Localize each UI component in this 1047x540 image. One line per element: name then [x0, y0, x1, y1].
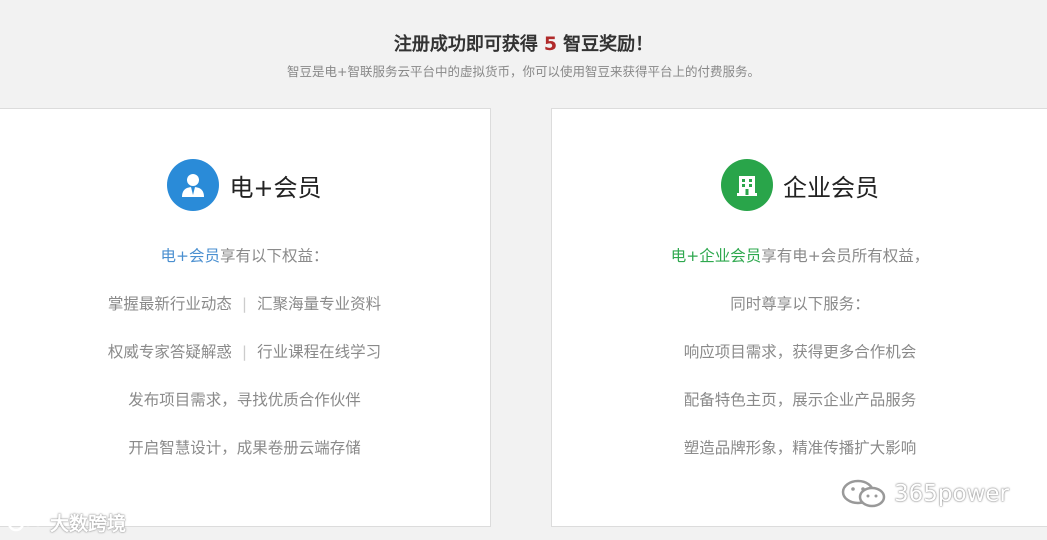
- member-card[interactable]: 电+会员 电+会员享有以下权益： 掌握最新行业动态 | 汇聚海量专业资料 权威专家答…: [0, 108, 491, 527]
- list-item: 掌握最新行业动态 | 汇聚海量专业资料: [0, 290, 490, 338]
- building-icon: [721, 159, 773, 211]
- card-header: 电+会员: [0, 159, 490, 211]
- benefit-intro: 电+企业会员享有电+会员所有权益，: [552, 242, 1047, 290]
- list-item: 配备特色主页，展示企业产品服务: [683, 391, 917, 409]
- enterprise-link[interactable]: 电+企业会员: [671, 247, 762, 265]
- reward-count: 5: [543, 33, 558, 55]
- member-link[interactable]: 电+会员: [160, 247, 220, 265]
- watermark-right: 365power: [840, 478, 1009, 510]
- benefit-list: 电+企业会员享有电+会员所有权益， 同时尊享以下服务： 响应项目需求，获得更多合…: [552, 242, 1047, 482]
- title-prefix: 注册成功即可获得: [393, 34, 538, 55]
- wechat-icon: [840, 478, 888, 510]
- list-item: 塑造品牌形象，精准传播扩大影响: [683, 439, 917, 457]
- benefit-text: 权威专家答疑解惑: [107, 343, 232, 361]
- list-item: 同时尊享以下服务：: [730, 295, 870, 313]
- divider: |: [241, 295, 248, 313]
- intro-text: 享有以下权益：: [219, 247, 329, 265]
- list-item: 发布项目需求，寻找优质合作伙伴: [128, 391, 361, 409]
- benefit-list: 电+会员享有以下权益： 掌握最新行业动态 | 汇聚海量专业资料 权威专家答疑解惑 | 行…: [0, 242, 490, 482]
- list-item: 开启智慧设计，成果卷册云端存储: [128, 439, 361, 457]
- benefit-text: 掌握最新行业动态: [107, 295, 232, 313]
- watermark-left: 大数跨境: [7, 509, 127, 536]
- enterprise-card[interactable]: 企业会员 电+企业会员享有电+会员所有权益， 同时尊享以下服务： 响应项目需求，…: [551, 108, 1047, 527]
- user-icon: [167, 159, 220, 211]
- list-item: 权威专家答疑解惑 | 行业课程在线学习: [0, 338, 490, 386]
- benefit-text: 汇聚海量专业资料: [257, 295, 382, 313]
- page-subtitle: 智豆是电+智联服务云平台中的虚拟货币，你可以使用智豆来获得平台上的付费服务。: [287, 64, 760, 79]
- card-header: 企业会员: [552, 159, 1047, 211]
- watermark-text: 大数跨境: [50, 513, 127, 535]
- benefit-intro: 电+会员享有以下权益：: [0, 242, 490, 290]
- benefit-text: 行业课程在线学习: [257, 343, 382, 361]
- watermark-logo-icon: [7, 512, 46, 534]
- card-title: 企业会员: [783, 173, 879, 202]
- list-item: 响应项目需求，获得更多合作机会: [683, 343, 917, 361]
- title-suffix: 智豆奖励！: [563, 34, 654, 55]
- watermark-text: 365power: [894, 481, 1009, 507]
- card-title: 电+会员: [229, 173, 322, 202]
- intro-text: 享有电+会员所有权益，: [761, 247, 930, 265]
- divider: |: [241, 343, 248, 361]
- page-title: 注册成功即可获得 5 智豆奖励！: [0, 30, 1047, 56]
